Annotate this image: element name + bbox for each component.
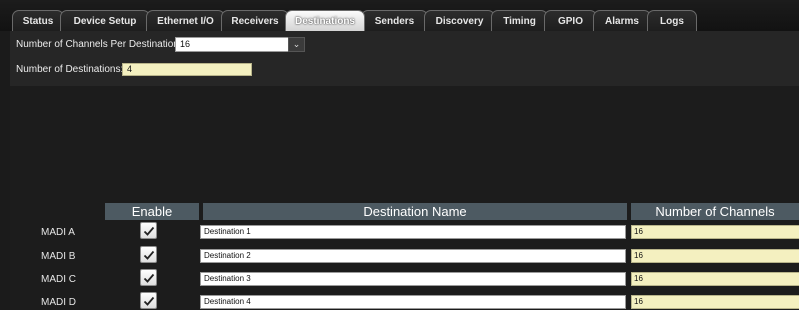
enable-checkbox-madi-c[interactable] xyxy=(140,269,157,286)
settings-area: Number of Channels Per Destination 16 ⌄ … xyxy=(10,31,799,86)
destination-name-field-madi-c[interactable]: Destination 3 xyxy=(200,272,626,286)
checkmark-icon xyxy=(143,273,155,283)
enable-checkbox-madi-b[interactable] xyxy=(140,246,157,263)
enable-checkbox-madi-a[interactable] xyxy=(140,222,157,239)
channels-per-destination-select[interactable]: 16 xyxy=(175,37,303,52)
checkmark-icon xyxy=(143,226,155,236)
enable-checkbox-madi-d[interactable] xyxy=(140,292,157,309)
tab-gpio[interactable]: GPIO xyxy=(544,10,597,31)
num-destinations-field[interactable]: 4 xyxy=(122,63,252,76)
tab-device-setup[interactable]: Device Setup xyxy=(60,10,150,31)
tab-timing[interactable]: Timing xyxy=(491,10,548,31)
tab-logs[interactable]: Logs xyxy=(647,10,697,31)
destination-name-column-header: Destination Name xyxy=(203,203,627,220)
tab-destinations[interactable]: Destinations xyxy=(285,10,365,31)
tab-receivers[interactable]: Receivers xyxy=(221,10,289,31)
tab-ethernet-io[interactable]: Ethernet I/O xyxy=(146,10,225,31)
row-label-madi-c: MADI C xyxy=(41,274,76,285)
row-label-madi-b: MADI B xyxy=(41,251,76,262)
tab-status[interactable]: Status xyxy=(12,10,64,31)
destinations-panel: Number of Channels Per Destination 16 ⌄ … xyxy=(10,31,799,310)
destination-name-field-madi-b[interactable]: Destination 2 xyxy=(200,249,626,263)
channels-field-madi-d[interactable]: 16 xyxy=(631,295,799,309)
tab-discovery[interactable]: Discovery xyxy=(424,10,495,31)
row-label-madi-d: MADI D xyxy=(41,297,76,308)
destination-name-field-madi-d[interactable]: Destination 4 xyxy=(200,295,626,309)
channels-field-madi-c[interactable]: 16 xyxy=(631,272,799,286)
checkmark-icon xyxy=(143,250,155,260)
chevron-down-icon[interactable]: ⌄ xyxy=(288,37,305,52)
tab-alarms[interactable]: Alarms xyxy=(593,10,651,31)
channels-field-madi-b[interactable]: 16 xyxy=(631,249,799,263)
tab-list: Status Device Setup Ethernet I/O Receive… xyxy=(12,10,697,31)
channels-field-madi-a[interactable]: 16 xyxy=(631,225,799,239)
tab-bar: Status Device Setup Ethernet I/O Receive… xyxy=(0,0,799,31)
number-of-channels-column-header: Number of Channels xyxy=(631,203,799,220)
num-destinations-label: Number of Destinations: xyxy=(16,64,124,75)
row-label-madi-a: MADI A xyxy=(41,227,75,238)
tab-senders[interactable]: Senders xyxy=(361,10,428,31)
enable-column-header: Enable xyxy=(105,203,199,220)
channels-per-destination-label: Number of Channels Per Destination xyxy=(16,39,179,50)
destination-name-field-madi-a[interactable]: Destination 1 xyxy=(200,225,626,239)
checkmark-icon xyxy=(143,296,155,306)
